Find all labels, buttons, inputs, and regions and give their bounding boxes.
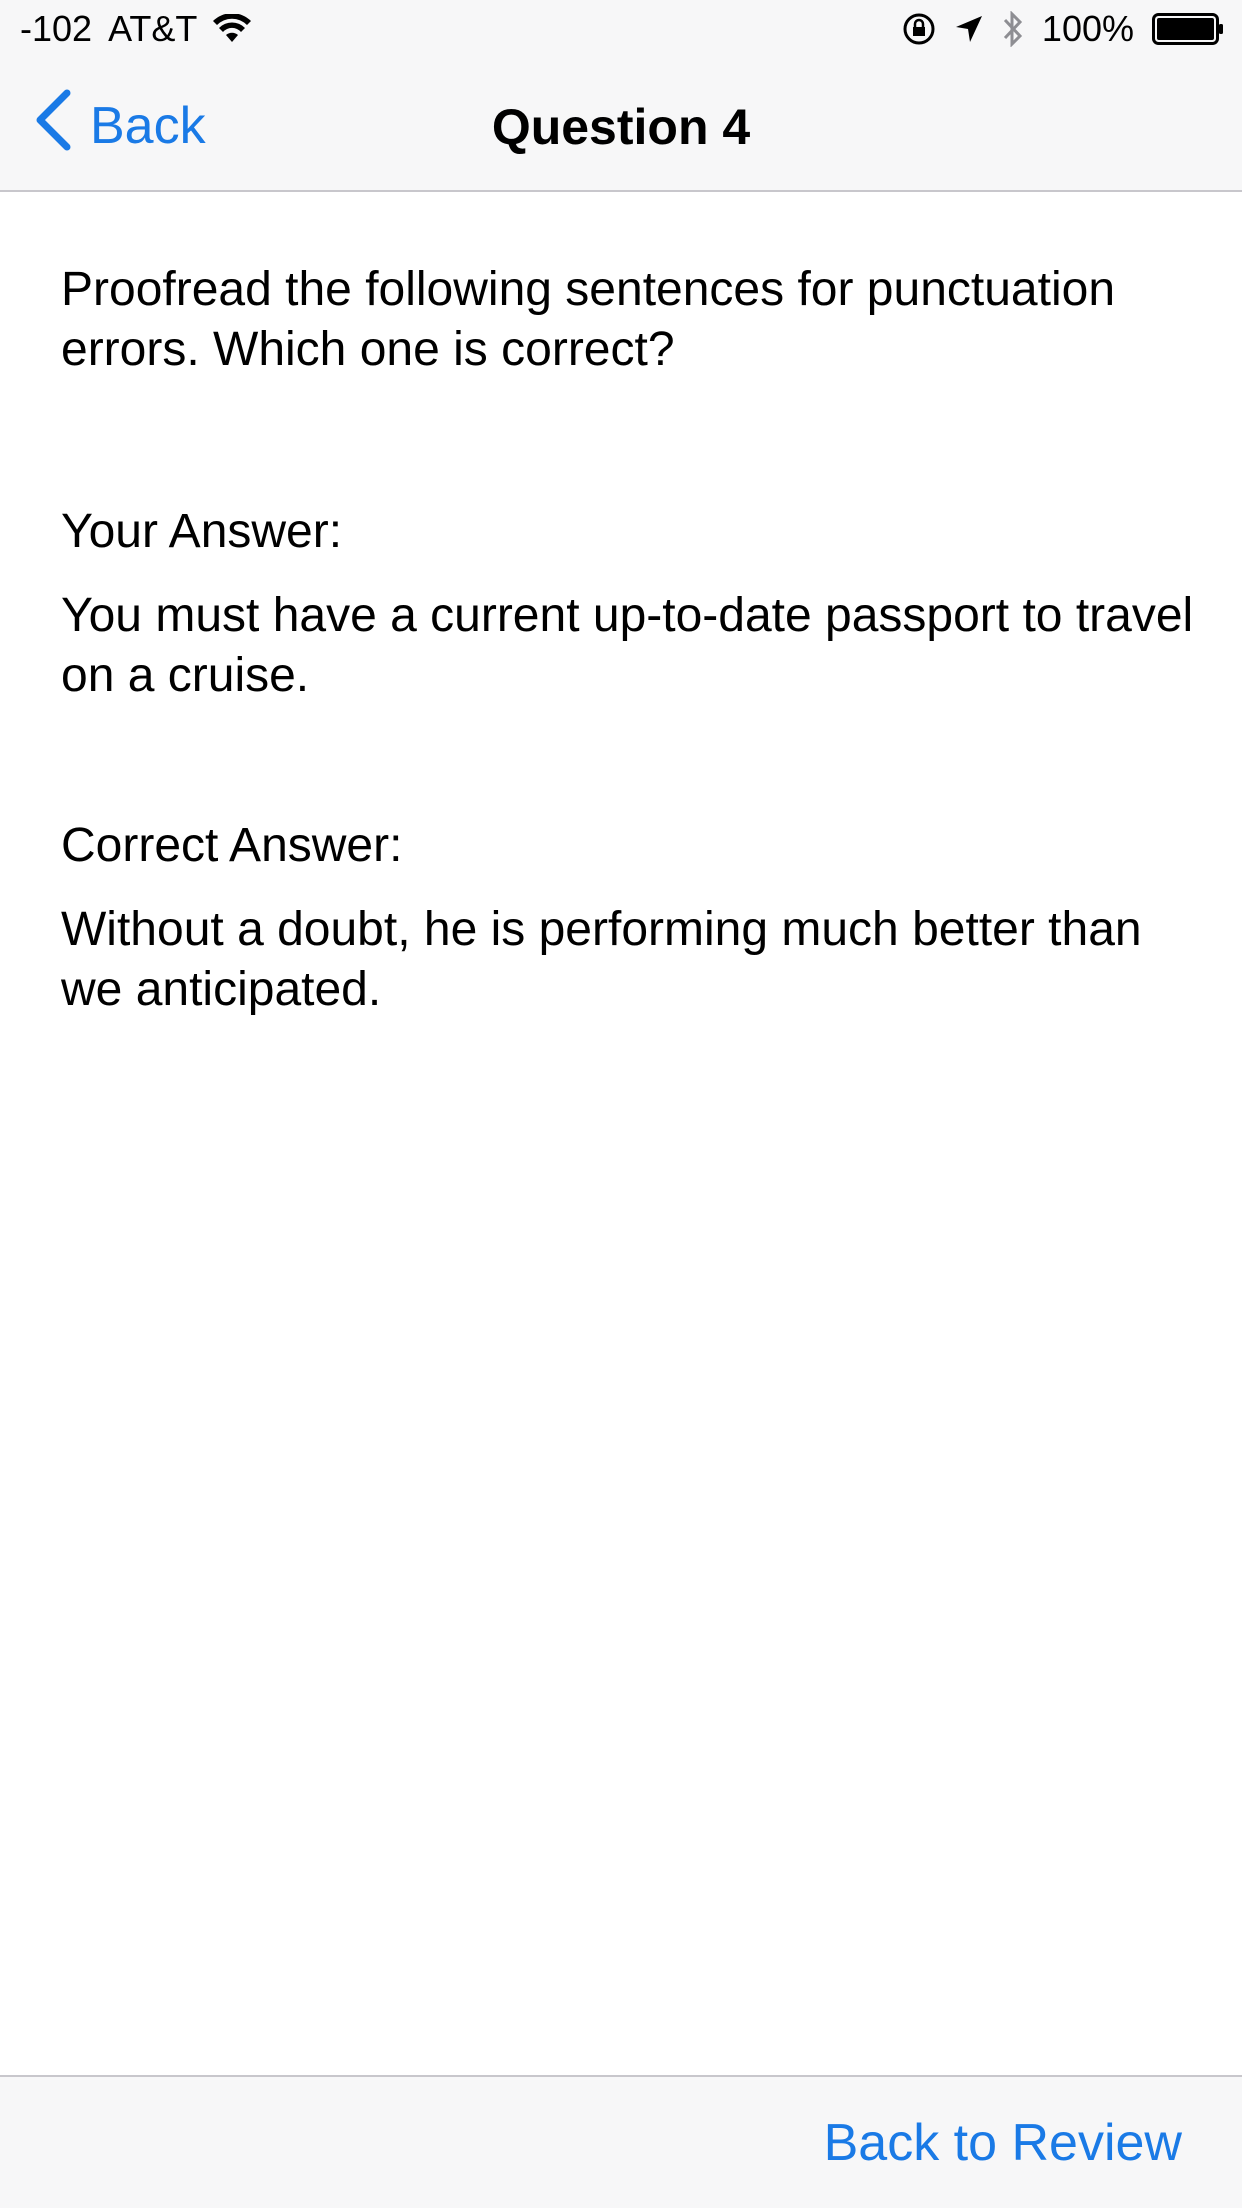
orientation-lock-icon: [902, 12, 936, 46]
battery-percent: 100%: [1041, 8, 1134, 49]
bluetooth-icon: [1002, 11, 1024, 47]
question-detail: Proofread the following sentences for pu…: [61, 260, 1201, 1020]
correct-answer-text: Without a doubt, he is performing much b…: [61, 903, 1142, 1016]
navigation-bar: Back Question 4: [0, 60, 1242, 192]
correct-answer-label: Correct Answer:: [61, 819, 403, 872]
your-answer-label: Your Answer:: [61, 505, 343, 558]
status-right: 100%: [902, 8, 1224, 50]
status-left: -102 AT&T: [20, 8, 252, 50]
carrier-name: AT&T: [108, 8, 198, 49]
screen: -102 AT&T 100% Back Question 4 Proofread…: [0, 0, 1242, 2208]
battery-icon: [1152, 13, 1224, 45]
back-to-review-button[interactable]: Back to Review: [824, 2113, 1182, 2173]
wifi-icon: [213, 14, 252, 44]
location-arrow-icon: [954, 14, 984, 44]
your-answer-text: You must have a current up-to-date passp…: [61, 589, 1194, 702]
question-text: Proofread the following sentences for pu…: [61, 263, 1116, 376]
status-bar: -102 AT&T 100%: [0, 0, 1242, 60]
bottom-toolbar: Back to Review: [0, 2075, 1242, 2208]
signal-strength: -102: [20, 8, 93, 49]
page-title: Question 4: [491, 99, 751, 155]
